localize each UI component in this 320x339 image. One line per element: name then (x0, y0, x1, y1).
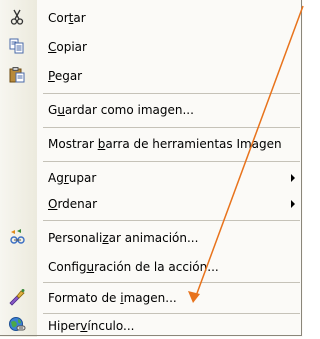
callout-arrow (188, 5, 304, 303)
